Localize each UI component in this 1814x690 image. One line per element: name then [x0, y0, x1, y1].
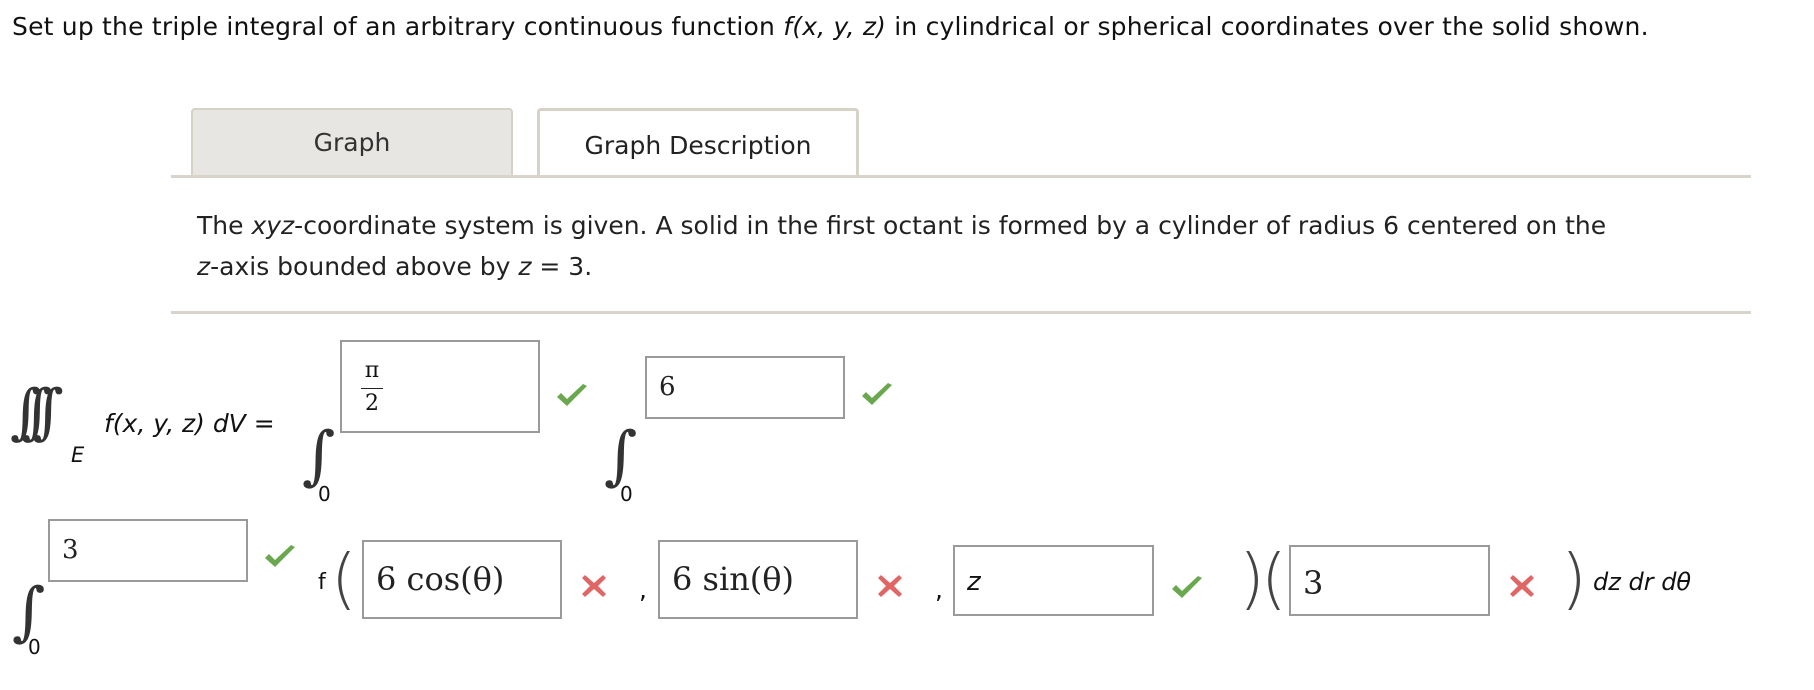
- desc-part: = 3.: [531, 252, 593, 281]
- y-argument-input[interactable]: 6 sin(θ): [658, 540, 858, 619]
- open-paren-f: (: [331, 540, 357, 617]
- inner-upper-value: 3: [62, 535, 79, 565]
- jacobian-input[interactable]: 3: [1289, 545, 1490, 616]
- check-icon: [557, 384, 587, 406]
- description-bottom-rule: [171, 311, 1751, 314]
- cross-icon: [582, 575, 606, 597]
- integrand-label: f(x, y, z) dV =: [104, 409, 275, 438]
- cross-icon: [878, 575, 902, 597]
- x-argument-input[interactable]: 6 cos(θ): [362, 540, 562, 619]
- middle-upper-value: 6: [659, 372, 676, 402]
- desc-part: -coordinate system is given. A solid in …: [294, 211, 1607, 240]
- outer-upper-limit-input[interactable]: π 2: [340, 340, 540, 433]
- tab-graph-description[interactable]: Graph Description: [537, 108, 859, 178]
- jacobian-value: 3: [1303, 564, 1324, 602]
- cross-icon: [1510, 575, 1534, 597]
- prompt-text-after: in cylindrical or spherical coordinates …: [886, 12, 1649, 41]
- x-argument-value: 6 cos(θ): [376, 560, 505, 598]
- tab-graph[interactable]: Graph: [191, 108, 513, 176]
- pi-numerator: π: [364, 358, 380, 383]
- triple-integral-symbol: ∫∫∫: [10, 377, 64, 447]
- tab-divider-line: [171, 175, 1751, 178]
- desc-z: z: [518, 252, 532, 281]
- y-argument-value: 6 sin(θ): [672, 560, 795, 598]
- differentials-label: dz dr dθ: [1593, 568, 1692, 596]
- check-icon: [862, 383, 892, 405]
- outer-integral-sign: ∫: [302, 419, 336, 493]
- desc-part: The: [197, 211, 252, 240]
- open-paren-jacobian: (: [1261, 540, 1287, 617]
- graph-description-text: The xyz-coordinate system is given. A so…: [197, 205, 1727, 287]
- prompt-function: f(x, y, z): [783, 12, 887, 41]
- middle-lower-limit: 0: [620, 482, 633, 506]
- z-argument-input[interactable]: z: [953, 545, 1154, 616]
- middle-upper-limit-input[interactable]: 6: [645, 356, 845, 419]
- inner-upper-limit-input[interactable]: 3: [48, 519, 248, 582]
- comma: ,: [639, 575, 647, 604]
- desc-xyz: xyz: [251, 211, 295, 240]
- question-prompt: Set up the triple integral of an arbitra…: [12, 12, 1649, 41]
- desc-part: -axis bounded above by: [210, 252, 519, 281]
- desc-z: z: [197, 252, 211, 281]
- function-f-label: f: [318, 570, 326, 595]
- middle-integral-sign: ∫: [604, 419, 638, 493]
- close-paren-jacobian: ): [1561, 540, 1587, 617]
- fraction-bar: [361, 388, 383, 389]
- inner-lower-limit: 0: [28, 635, 41, 659]
- denominator: 2: [365, 391, 379, 416]
- prompt-text-before: Set up the triple integral of an arbitra…: [12, 12, 784, 41]
- comma: ,: [935, 575, 943, 604]
- check-icon: [265, 545, 295, 567]
- outer-lower-limit: 0: [318, 482, 331, 506]
- z-argument-value: z: [967, 567, 981, 597]
- region-label: E: [71, 443, 85, 467]
- check-icon: [1172, 576, 1202, 598]
